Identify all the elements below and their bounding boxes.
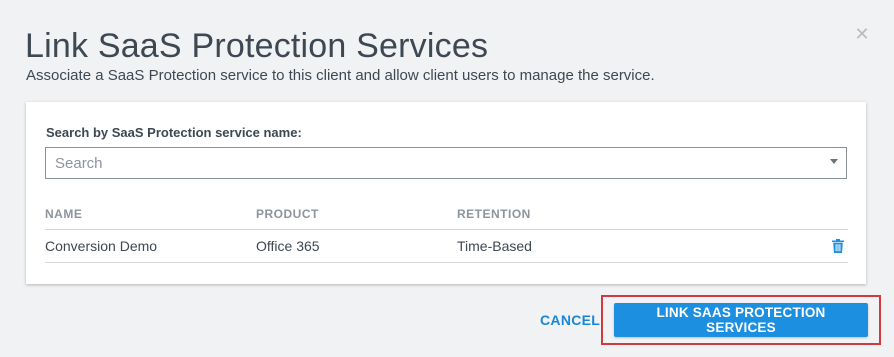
dialog-title: Link SaaS Protection Services bbox=[25, 27, 489, 65]
column-header-name: NAME bbox=[45, 207, 83, 221]
column-header-product: PRODUCT bbox=[256, 207, 319, 221]
trash-icon[interactable] bbox=[832, 239, 844, 253]
link-services-dialog: ✕ Link SaaS Protection Services Associat… bbox=[0, 0, 894, 357]
services-table: NAME PRODUCT RETENTION Conversion Demo O… bbox=[45, 207, 848, 263]
search-dropdown[interactable] bbox=[45, 147, 847, 179]
cancel-button[interactable]: CANCEL bbox=[540, 312, 600, 328]
close-icon[interactable]: ✕ bbox=[854, 25, 870, 43]
cell-retention: Time-Based bbox=[457, 238, 532, 254]
search-input[interactable] bbox=[46, 148, 824, 178]
table-row: Conversion Demo Office 365 Time-Based bbox=[45, 230, 848, 263]
cell-product: Office 365 bbox=[256, 238, 320, 254]
cell-name: Conversion Demo bbox=[45, 238, 158, 254]
chevron-down-icon[interactable] bbox=[830, 159, 838, 164]
table-header: NAME PRODUCT RETENTION bbox=[45, 207, 848, 230]
dialog-subtitle: Associate a SaaS Protection service to t… bbox=[26, 67, 655, 84]
search-label: Search by SaaS Protection service name: bbox=[46, 125, 302, 140]
link-services-button[interactable]: LINK SAAS PROTECTION SERVICES bbox=[614, 303, 868, 337]
services-card: Search by SaaS Protection service name: … bbox=[26, 102, 866, 284]
column-header-retention: RETENTION bbox=[457, 207, 531, 221]
